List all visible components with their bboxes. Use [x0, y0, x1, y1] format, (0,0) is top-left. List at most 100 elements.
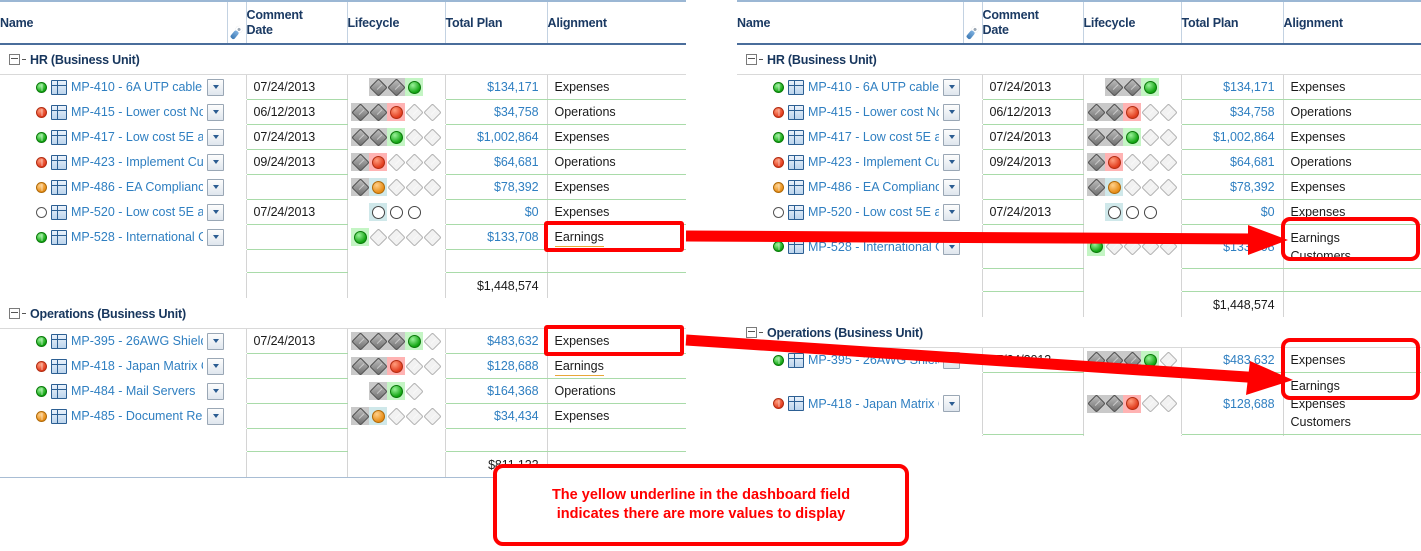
cell-total-plan[interactable]: $128,688 [1181, 372, 1284, 435]
lifecycle-stage[interactable] [1086, 102, 1106, 122]
cell-lifecycle[interactable] [347, 224, 446, 250]
lifecycle-stage[interactable] [1141, 78, 1159, 96]
row-dropdown-button[interactable] [943, 238, 960, 255]
cell-name[interactable]: MP-484 - Mail Servers [737, 434, 963, 436]
group-row[interactable]: HR (Business Unit) [737, 44, 1421, 75]
alignment-value[interactable]: Operations [555, 384, 616, 398]
lifecycle-stage[interactable] [1086, 152, 1106, 172]
lifecycle-stage[interactable] [350, 102, 370, 122]
table-row[interactable]: MP-417 - Low cost 5E and 6 07/24/2013 $1,0… [0, 124, 686, 150]
cell-total-plan[interactable]: $133,708 [1181, 224, 1284, 269]
project-name-cell[interactable]: MP-415 - Lower cost No cro [737, 103, 963, 121]
project-name-cell[interactable]: MP-486 - EA Compliance [737, 178, 963, 196]
project-name-cell[interactable]: MP-423 - Implement Custo [737, 153, 963, 171]
group-row[interactable]: HR (Business Unit) [0, 44, 686, 75]
cell-total-plan[interactable]: $64,681 [1181, 149, 1284, 175]
project-name-cell[interactable]: MP-417 - Low cost 5E and 6 [737, 128, 963, 146]
lifecycle-stage[interactable] [405, 78, 423, 96]
lifecycle-stage[interactable] [387, 382, 405, 400]
lifecycle-stage[interactable] [404, 227, 424, 247]
table-row[interactable]: MP-423 - Implement Custo 09/24/2013 $64,68… [737, 149, 1421, 175]
lifecycle-stage[interactable] [386, 152, 406, 172]
lifecycle-stage[interactable] [386, 331, 406, 351]
lifecycle-stage[interactable] [1140, 237, 1160, 256]
alignment-value[interactable]: Expenses [555, 130, 610, 144]
lifecycle-stage[interactable] [350, 152, 370, 172]
cell-name[interactable]: MP-520 - Low cost 5E and 6 [737, 199, 963, 225]
cell-lifecycle[interactable] [347, 99, 446, 125]
cell-lifecycle[interactable] [347, 328, 446, 354]
lifecycle-stage[interactable] [1123, 103, 1141, 121]
cell-lifecycle[interactable] [347, 378, 446, 404]
lifecycle-stage[interactable] [368, 127, 388, 147]
project-name-label[interactable]: MP-423 - Implement Custo [808, 155, 939, 169]
project-name-label[interactable]: MP-410 - 6A UTP cable cost [71, 80, 203, 94]
lifecycle-stage[interactable] [1104, 394, 1124, 413]
alignment-value[interactable]: Operations [1291, 103, 1352, 121]
lifecycle-stage[interactable] [1141, 351, 1159, 369]
cell-name[interactable]: MP-418 - Japan Matrix Cat6 [737, 372, 963, 435]
cell-lifecycle[interactable] [1083, 347, 1182, 373]
project-name-label[interactable]: MP-520 - Low cost 5E and 6 [71, 205, 203, 219]
cell-total-plan[interactable]: $164,368 [445, 378, 548, 404]
table-row[interactable]: MP-415 - Lower cost No cro 06/12/2013 $34,… [737, 99, 1421, 125]
row-dropdown-button[interactable] [943, 351, 960, 369]
alignment-value-truncated[interactable]: Earnings [554, 357, 604, 376]
project-name-label[interactable]: MP-484 - Mail Servers [71, 384, 203, 398]
column-header-lifecycle[interactable]: Lifecycle [347, 0, 446, 45]
column-header-total-plan[interactable]: Total Plan [445, 0, 548, 45]
cell-alignment[interactable]: Expenses [547, 174, 686, 200]
lifecycle-stage[interactable] [422, 406, 442, 426]
cell-name[interactable]: MP-528 - International GL I [737, 224, 963, 269]
lifecycle-stage[interactable] [387, 103, 405, 121]
project-name-cell[interactable]: MP-520 - Low cost 5E and 6 [0, 203, 227, 221]
lifecycle-stage[interactable] [1086, 350, 1106, 370]
cell-lifecycle[interactable] [1083, 124, 1182, 150]
lifecycle-stage[interactable] [1158, 102, 1178, 122]
lifecycle-stage[interactable] [1140, 152, 1160, 172]
lifecycle-stage[interactable] [350, 406, 370, 426]
cell-name[interactable]: MP-417 - Low cost 5E and 6 [737, 124, 963, 150]
cell-name[interactable]: MP-410 - 6A UTP cable cost [0, 74, 227, 100]
alignment-value[interactable]: Operations [555, 155, 616, 169]
row-dropdown-button[interactable] [207, 382, 224, 400]
lifecycle-stage[interactable] [1158, 394, 1178, 413]
collapse-expand-icon[interactable] [9, 54, 20, 65]
cell-total-plan[interactable]: $34,758 [445, 99, 548, 125]
cell-comment-date[interactable]: 06/12/2013 [982, 99, 1084, 125]
column-header-alignment[interactable]: Alignment [1283, 0, 1421, 45]
project-name-cell[interactable]: MP-415 - Lower cost No cro [0, 103, 227, 121]
cell-total-plan[interactable]: $128,688 [445, 353, 548, 379]
lifecycle-stage[interactable] [1104, 127, 1124, 147]
cell-comment-date[interactable] [982, 174, 1084, 200]
cell-total-plan[interactable]: $34,434 [445, 403, 548, 429]
project-name-cell[interactable]: MP-395 - 26AWG Shielded ( [0, 332, 227, 350]
cell-comment-date[interactable] [246, 378, 348, 404]
lifecycle-stage[interactable] [386, 177, 406, 197]
cell-name[interactable]: MP-520 - Low cost 5E and 6 [0, 199, 227, 225]
lifecycle-stage[interactable] [387, 128, 405, 146]
cell-lifecycle[interactable] [347, 149, 446, 175]
lifecycle-stage[interactable] [1158, 127, 1178, 147]
cell-total-plan[interactable]: $0 [1181, 199, 1284, 225]
group-header-cell[interactable]: HR (Business Unit) [0, 44, 686, 75]
lifecycle-stage[interactable] [1158, 237, 1178, 256]
project-name-label[interactable]: MP-418 - Japan Matrix Cat6 [71, 359, 203, 373]
project-name-cell[interactable]: MP-486 - EA Compliance [0, 178, 227, 196]
wrench-icon[interactable] [962, 22, 983, 43]
lifecycle-stage[interactable] [422, 356, 442, 376]
row-dropdown-button[interactable] [207, 153, 224, 171]
cell-alignment[interactable]: Operations [1283, 434, 1421, 436]
lifecycle-stage[interactable] [1123, 128, 1141, 146]
row-dropdown-button[interactable] [207, 228, 224, 246]
cell-name[interactable]: MP-484 - Mail Servers [0, 378, 227, 404]
cell-total-plan[interactable]: $0 [445, 199, 548, 225]
lifecycle-stage[interactable] [404, 381, 424, 401]
lifecycle-stage[interactable] [405, 203, 423, 221]
column-header-lifecycle[interactable]: Lifecycle [1083, 0, 1182, 45]
lifecycle-stage[interactable] [405, 332, 423, 350]
cell-lifecycle[interactable] [347, 199, 446, 225]
lifecycle-stage[interactable] [422, 152, 442, 172]
column-settings-cell[interactable] [227, 0, 247, 45]
lifecycle-stage[interactable] [1140, 394, 1160, 413]
